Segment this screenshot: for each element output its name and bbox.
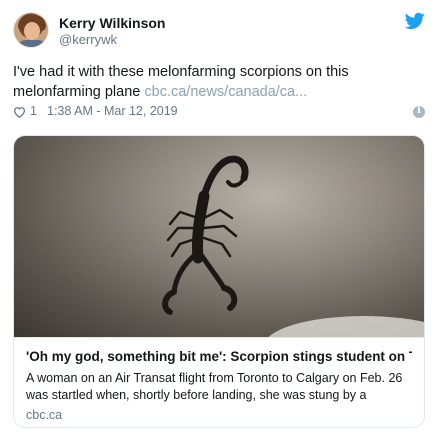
author-display-name[interactable]: Kerry Wilkinson (59, 15, 165, 32)
avatar[interactable] (13, 12, 49, 48)
card-title[interactable]: 'Oh my god, something bit me': Scorpion … (26, 348, 412, 366)
avatar-face (24, 22, 40, 40)
info-icon[interactable] (413, 105, 425, 118)
card-image[interactable] (14, 136, 424, 337)
tweet-header: Kerry Wilkinson @kerrywk (13, 12, 425, 52)
card-description: A woman on an Air Transat flight from To… (26, 371, 403, 402)
author-names: Kerry Wilkinson @kerrywk (59, 15, 165, 48)
scorpion-image (162, 155, 249, 315)
twitter-bird-icon[interactable] (405, 12, 425, 30)
tweet-link[interactable]: cbc.ca/news/canada/ca... (144, 84, 307, 100)
card-domain: cbc.ca (26, 408, 63, 422)
card-body[interactable]: 'Oh my god, something bit me': Scorpion … (14, 337, 424, 427)
tweet-text: I've had it with these melonfarming scor… (13, 62, 425, 102)
tweet-meta: 1 1:38 AM - Mar 12, 2019 (13, 103, 425, 121)
like-count: 1 (30, 104, 37, 118)
heart-icon[interactable] (13, 106, 26, 118)
author-handle[interactable]: @kerrywk (59, 32, 165, 48)
tweet-timestamp[interactable]: 1:38 AM - Mar 12, 2019 (47, 104, 178, 118)
avatar-shirt (16, 40, 48, 47)
link-preview-card[interactable]: 'Oh my god, something bit me': Scorpion … (13, 135, 425, 428)
embedded-tweet: Kerry Wilkinson @kerrywk I've had it wit… (0, 0, 438, 440)
